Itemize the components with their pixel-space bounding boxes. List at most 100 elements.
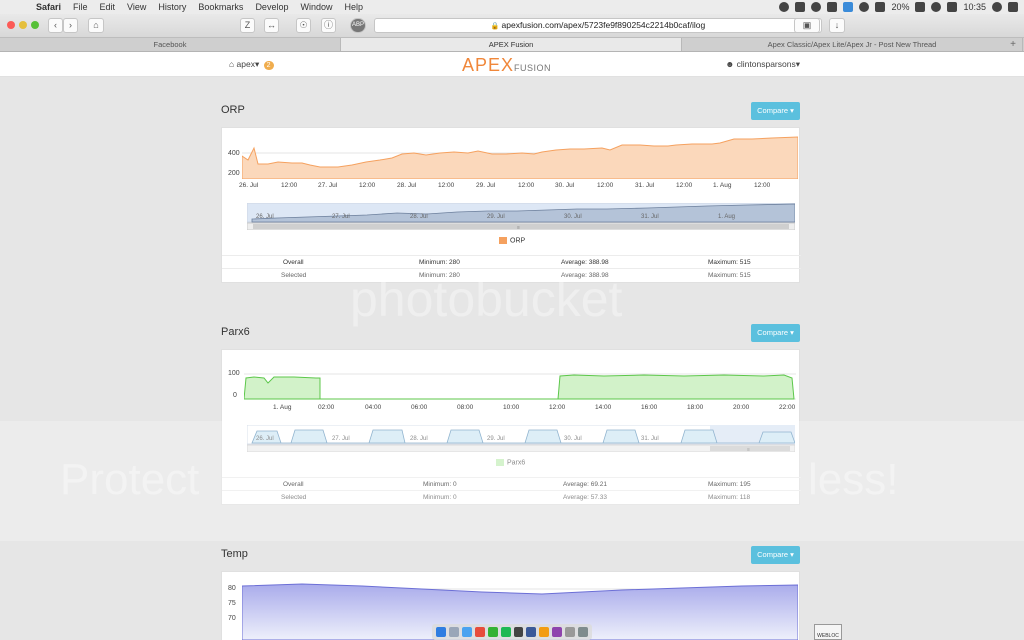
menu-edit[interactable]: Edit: [94, 0, 122, 14]
menu-history[interactable]: History: [152, 0, 192, 14]
user-dropdown[interactable]: ☻ clintonsparsons▾: [725, 59, 800, 70]
parx6-main-chart[interactable]: [244, 358, 796, 402]
orp-xtick-0: 26. Jul: [239, 182, 259, 189]
url-text: apexfusion.com/apex/5723fe9f890254c2214b…: [501, 20, 706, 30]
home-icon[interactable]: ⌂: [88, 18, 104, 33]
orp-stats-table: Overall Minimum: 280 Average: 388.98 Max…: [222, 255, 801, 281]
info-icon[interactable]: [811, 2, 822, 12]
tab-apex-fusion[interactable]: APEX Fusion: [341, 38, 682, 51]
back-button[interactable]: ‹: [48, 18, 63, 33]
parx6-xtick-8: 16:00: [641, 404, 658, 411]
messages-icon[interactable]: [487, 627, 498, 637]
orp-xtick-2: 27. Jul: [318, 182, 338, 189]
parx6-xtick-10: 20:00: [733, 404, 750, 411]
app-status-icon[interactable]: [795, 2, 806, 12]
minimize-window-button[interactable]: [19, 21, 27, 29]
menu-help[interactable]: Help: [338, 0, 369, 14]
close-window-button[interactable]: [7, 21, 15, 29]
apex-dropdown[interactable]: ⌂ apex▾ 2: [229, 59, 274, 70]
orp-xtick-5: 12:00: [438, 182, 455, 189]
notification-center-icon[interactable]: [1008, 2, 1018, 12]
chrome-icon[interactable]: [474, 627, 485, 637]
parx6-xtick-0: 1. Aug: [273, 404, 292, 411]
orp-nav-label: 1. Aug: [718, 214, 736, 220]
caret-down-icon: ▾: [254, 59, 260, 69]
reader-icon[interactable]: ▣: [794, 18, 820, 33]
tab-bar: Facebook APEX Fusion Apex Classic/Apex L…: [0, 38, 1024, 52]
parx6-series-area: [244, 374, 795, 400]
orp-xtick-12: 1. Aug: [713, 182, 732, 189]
onepassword-icon[interactable]: ☉: [296, 18, 311, 33]
info-extension-icon[interactable]: ⓘ: [321, 18, 336, 33]
menu-view[interactable]: View: [121, 0, 152, 14]
orp-nav-label: 31. Jul: [641, 214, 659, 220]
new-tab-icon[interactable]: +: [1010, 38, 1016, 51]
volume-icon[interactable]: [875, 2, 886, 12]
orp-xtick-8: 30. Jul: [555, 182, 575, 189]
orp-nav-label: 30. Jul: [564, 214, 582, 220]
trash-icon[interactable]: [578, 627, 589, 637]
home-icon: ⌂: [229, 59, 235, 69]
finder-icon[interactable]: [436, 627, 446, 637]
apex-fusion-logo[interactable]: APEXFUSION: [462, 55, 551, 76]
parx6-xtick-1: 02:00: [318, 404, 335, 411]
mic-icon[interactable]: [827, 2, 838, 12]
download-icon[interactable]: ↓: [829, 18, 845, 33]
parx6-xtick-2: 04:00: [365, 404, 382, 411]
parx6-ytick-0: 0: [233, 392, 237, 399]
orp-legend-item[interactable]: ORP: [499, 237, 525, 244]
dropbox-icon[interactable]: [843, 2, 854, 12]
battery-icon[interactable]: [915, 2, 926, 12]
address-bar[interactable]: 🔒 apexfusion.com/apex/5723fe9f890254c2214…: [374, 18, 822, 33]
z-extension-button[interactable]: Z: [240, 18, 255, 33]
battery-percent: 20%: [891, 2, 910, 12]
orp-main-chart[interactable]: [242, 136, 798, 179]
terminal-icon[interactable]: [513, 627, 524, 637]
parx6-title: Parx6: [221, 326, 250, 338]
keyboard-icon[interactable]: [947, 2, 958, 12]
orp-series-area: [242, 136, 798, 179]
parx6-xtick-7: 14:00: [595, 404, 612, 411]
spotify-icon[interactable]: [500, 627, 511, 637]
orp-ytick-400: 400: [228, 150, 240, 157]
webloc-file-icon[interactable]: WEBLOC: [814, 624, 842, 640]
menu-file[interactable]: File: [67, 0, 94, 14]
notification-badge[interactable]: 2: [263, 61, 274, 70]
app-icon[interactable]: [565, 627, 576, 637]
safari-icon[interactable]: [461, 627, 472, 637]
share-icon[interactable]: ↔: [264, 18, 279, 33]
orp-compare-button[interactable]: Compare ▾: [751, 102, 800, 120]
user-icon: ☻: [725, 59, 735, 69]
adblock-button[interactable]: ABP: [350, 18, 366, 33]
svg-text:≡: ≡: [517, 225, 520, 230]
temp-title: Temp: [221, 548, 248, 560]
orp-title: ORP: [221, 104, 245, 116]
parx6-compare-button[interactable]: Compare ▾: [751, 324, 800, 342]
app-icon[interactable]: [526, 627, 537, 637]
tab-facebook[interactable]: Facebook: [0, 38, 341, 51]
search-icon[interactable]: [992, 2, 1002, 12]
orp-navigator[interactable]: ≡: [247, 203, 795, 230]
menu-app[interactable]: Safari: [30, 0, 67, 14]
clock-icon[interactable]: [859, 2, 870, 12]
menu-develop[interactable]: Develop: [249, 0, 294, 14]
forward-button[interactable]: ›: [63, 18, 78, 33]
orp-xtick-13: 12:00: [754, 182, 771, 189]
tab-apex-thread[interactable]: Apex Classic/Apex Lite/Apex Jr - Post Ne…: [682, 38, 1023, 51]
app-icon[interactable]: [539, 627, 550, 637]
wifi-icon[interactable]: [931, 2, 942, 12]
sync-icon[interactable]: [779, 2, 790, 12]
watermark-band: [0, 421, 1024, 541]
app-icon[interactable]: [552, 627, 563, 637]
temp-ytick-80: 80: [228, 585, 236, 592]
menu-bar: Safari File Edit View History Bookmarks …: [0, 0, 1024, 14]
menu-clock[interactable]: 10:35: [963, 2, 986, 12]
launchpad-icon[interactable]: [448, 627, 459, 637]
orp-xtick-4: 28. Jul: [397, 182, 417, 189]
parx6-xtick-9: 18:00: [687, 404, 704, 411]
temp-compare-button[interactable]: Compare ▾: [751, 546, 800, 564]
dock: [432, 624, 592, 640]
fullscreen-window-button[interactable]: [31, 21, 39, 29]
menu-bookmarks[interactable]: Bookmarks: [192, 0, 249, 14]
menu-window[interactable]: Window: [294, 0, 338, 14]
